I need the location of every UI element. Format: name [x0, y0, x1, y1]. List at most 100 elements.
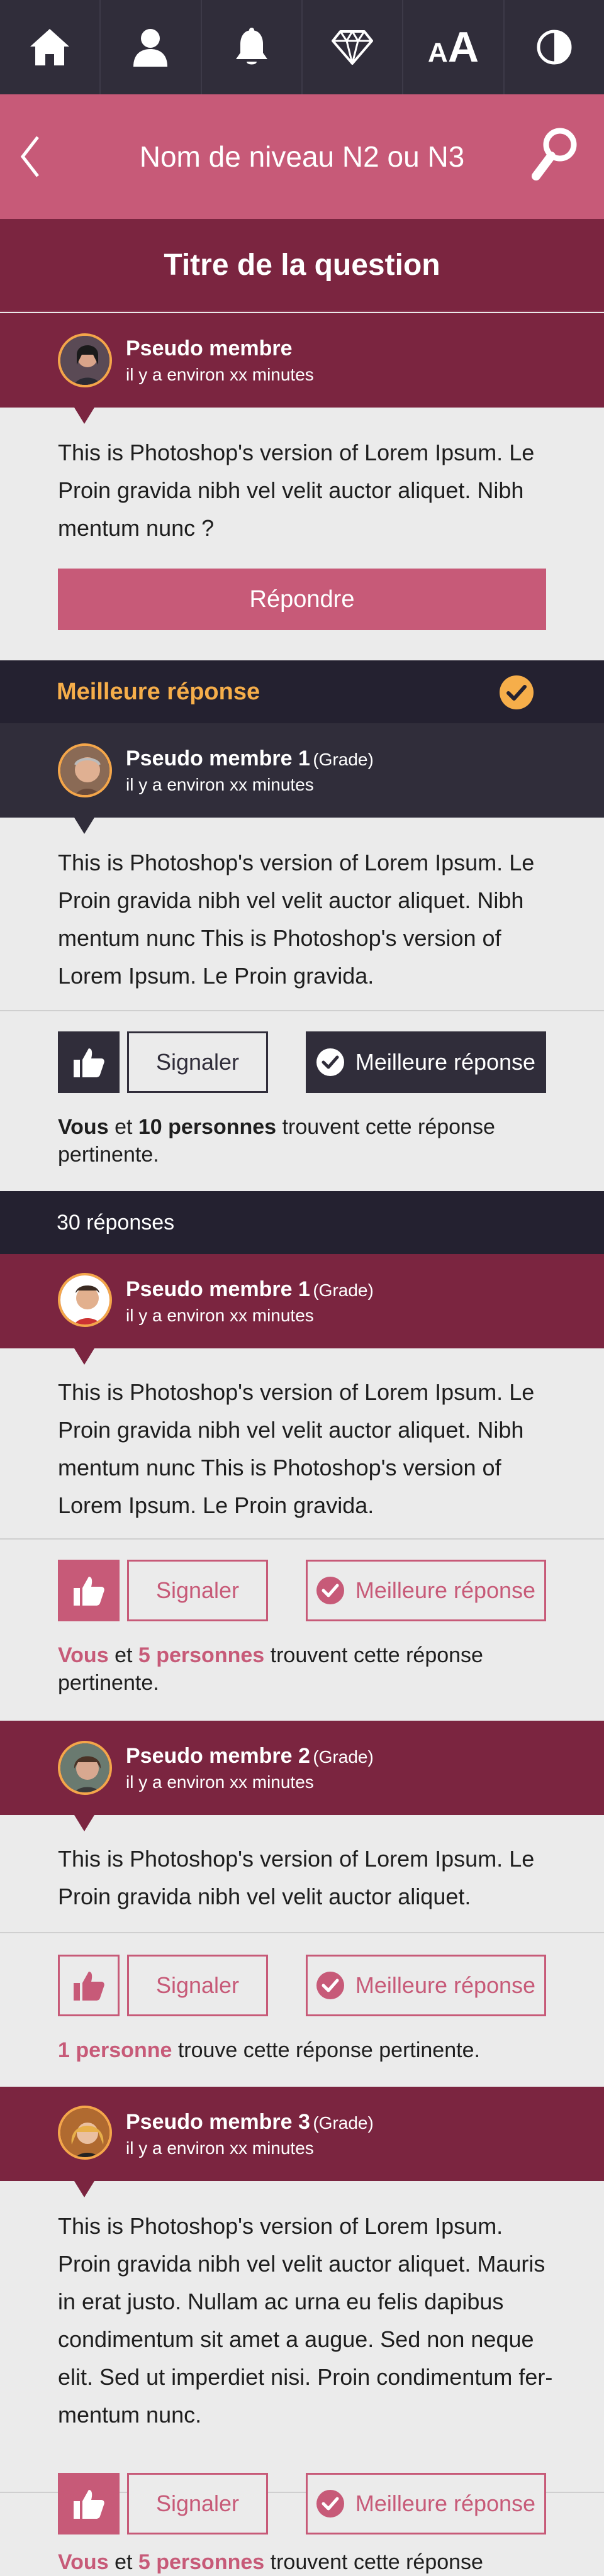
search-button[interactable] — [531, 126, 579, 186]
like-button[interactable] — [58, 1560, 120, 1621]
question-author-header: Pseudo membre il y a environ xx minutes — [0, 313, 604, 424]
post-time: il y a environ xx minutes — [126, 1772, 314, 1792]
likes-and: et — [115, 1115, 133, 1139]
top-toolbar: AA — [0, 0, 604, 94]
question-text: This is Photoshop's version of Lorem Ips… — [58, 440, 535, 541]
speech-tail — [74, 1815, 94, 1831]
speech-tail — [74, 408, 94, 424]
diamond-icon — [332, 30, 374, 65]
check-circle-icon — [316, 1048, 344, 1076]
author-name[interactable]: Pseudo membre — [126, 336, 314, 361]
best-answer-label: Meilleure réponse — [355, 1049, 536, 1075]
speech-tail — [74, 818, 94, 834]
font-size-icon: AA — [428, 23, 479, 71]
likes-text: trouve cette réponse pertinente. — [177, 2038, 480, 2062]
avatar[interactable] — [58, 333, 112, 387]
divider — [0, 1932, 604, 1933]
author-grade: (Grade) — [313, 749, 374, 769]
thumbs-up-icon — [74, 1972, 104, 2001]
premium-button[interactable] — [303, 0, 404, 94]
post-time: il y a environ xx minutes — [126, 364, 314, 384]
likes-summary: Vous et 5 personnes trouvent cette répon… — [58, 1641, 555, 1697]
author-grade: (Grade) — [313, 1746, 374, 1767]
answer-author-header: Pseudo membre 1 (Grade) il y a environ x… — [0, 1254, 604, 1365]
best-answer-heading: Meilleure réponse — [57, 678, 260, 705]
home-button[interactable] — [0, 0, 101, 94]
avatar[interactable] — [58, 743, 112, 797]
answer-author-header: Pseudo membre 2 (Grade) il y a environ x… — [0, 1721, 604, 1831]
user-icon — [133, 29, 168, 67]
best-answer-button[interactable]: Meilleure réponse — [306, 1031, 546, 1093]
answer-text: This is Photoshop's version of Lorem Ips… — [58, 2213, 553, 2428]
font-size-button[interactable]: AA — [403, 0, 505, 94]
answer-text: This is Photoshop's version of Lorem Ips… — [58, 1846, 535, 1909]
best-answer-label: Meilleure réponse — [355, 1577, 536, 1603]
avatar[interactable] — [58, 1273, 112, 1327]
nav-bar: Nom de niveau N2 ou N3 — [0, 94, 604, 219]
likes-count[interactable]: 5 personnes — [138, 2550, 264, 2574]
author-grade: (Grade) — [313, 1280, 374, 1300]
likes-summary: Vous et 10 personnes trouvent cette répo… — [58, 1113, 555, 1169]
check-circle-icon — [316, 2490, 344, 2518]
check-circle-icon — [316, 1972, 344, 1999]
author-name[interactable]: Pseudo membre 3 — [126, 2110, 310, 2134]
chevron-left-icon — [20, 136, 39, 177]
best-answer-button[interactable]: Meilleure réponse — [306, 2473, 546, 2534]
report-button[interactable]: Signaler — [127, 1560, 268, 1621]
likes-count[interactable]: 5 personnes — [138, 1643, 264, 1667]
speech-tail — [74, 2181, 94, 2197]
like-button[interactable] — [58, 1955, 120, 2016]
best-answer-text: This is Photoshop's version of Lorem Ips… — [58, 850, 535, 989]
search-icon — [532, 128, 577, 180]
bell-icon — [235, 28, 267, 65]
likes-you: Vous — [58, 2550, 109, 2574]
contrast-button[interactable] — [505, 0, 604, 94]
report-button[interactable]: Signaler — [127, 1031, 268, 1093]
likes-you: Vous — [58, 1115, 109, 1139]
responses-count-bar: 30 réponses — [0, 1191, 604, 1254]
likes-and: et — [115, 1643, 133, 1667]
author-grade: (Grade) — [313, 2112, 374, 2133]
likes-and: et — [115, 2550, 133, 2574]
page-title: Nom de niveau N2 ou N3 — [139, 140, 465, 173]
post-time: il y a environ xx minutes — [126, 2138, 314, 2158]
answer-text: This is Photoshop's version of Lorem Ips… — [58, 1379, 535, 1518]
likes-count[interactable]: 10 personnes — [138, 1115, 276, 1139]
divider — [0, 1538, 604, 1540]
author-name[interactable]: Pseudo membre 1 — [126, 747, 310, 770]
likes-count[interactable]: 1 personne — [58, 2038, 172, 2062]
best-answer-button[interactable]: Meilleure réponse — [306, 1560, 546, 1621]
avatar[interactable] — [58, 1741, 112, 1795]
contrast-icon — [537, 30, 572, 65]
responses-count: 30 réponses — [57, 1210, 175, 1235]
question-title: Titre de la question — [164, 248, 440, 282]
divider — [0, 1010, 604, 1011]
best-answer-author-header: Pseudo membre 1 (Grade) il y a environ x… — [0, 723, 604, 834]
avatar[interactable] — [58, 2106, 112, 2160]
reply-button[interactable]: Répondre — [58, 569, 546, 630]
question-title-bar: Titre de la question — [0, 219, 604, 312]
likes-you: Vous — [58, 1643, 109, 1667]
likes-text: trouvent cette réponse — [270, 2550, 483, 2574]
best-answer-button[interactable]: Meilleure réponse — [306, 1955, 546, 2016]
author-name[interactable]: Pseudo membre 2 — [126, 1744, 310, 1768]
author-name[interactable]: Pseudo membre 1 — [126, 1277, 310, 1301]
post-time: il y a environ xx minutes — [126, 774, 314, 794]
likes-summary: Vous et 5 personnes trouvent cette répon… — [58, 2548, 555, 2576]
report-button[interactable]: Signaler — [127, 2473, 268, 2534]
notifications-button[interactable] — [202, 0, 303, 94]
best-answer-label: Meilleure réponse — [355, 1972, 536, 1998]
best-answer-label: Meilleure réponse — [355, 2490, 536, 2516]
thumbs-up-icon — [74, 1577, 104, 1606]
like-button[interactable] — [58, 2473, 120, 2534]
back-button[interactable] — [19, 135, 40, 182]
best-answer-bar: Meilleure réponse — [0, 660, 604, 723]
post-time: il y a environ xx minutes — [126, 1305, 314, 1325]
like-button[interactable] — [58, 1031, 120, 1093]
profile-button[interactable] — [101, 0, 202, 94]
thumbs-up-icon — [74, 1048, 104, 1077]
check-circle-icon — [500, 675, 534, 709]
speech-tail — [74, 1348, 94, 1365]
home-icon — [30, 29, 70, 65]
report-button[interactable]: Signaler — [127, 1955, 268, 2016]
